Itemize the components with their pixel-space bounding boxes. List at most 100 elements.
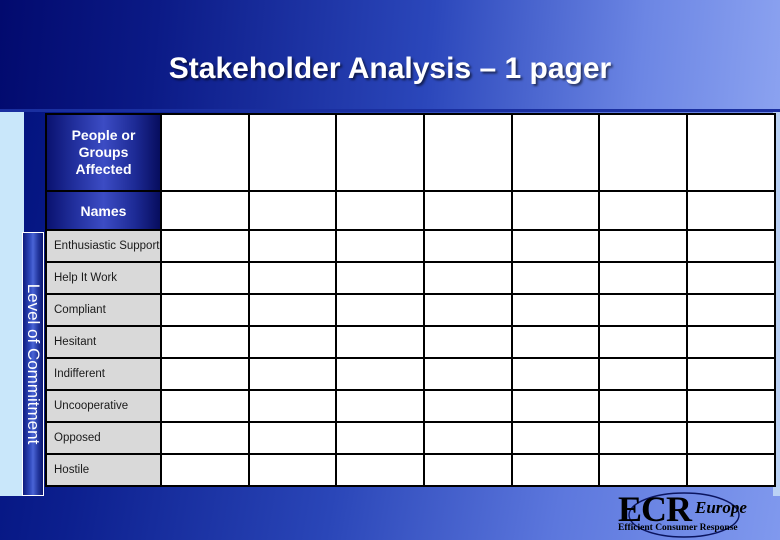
- data-cell[interactable]: [423, 293, 513, 327]
- data-cell[interactable]: [335, 229, 426, 263]
- header-cell[interactable]: [423, 113, 513, 192]
- title-underline: [0, 109, 780, 112]
- data-cell[interactable]: [335, 261, 426, 295]
- data-cell[interactable]: [423, 389, 513, 423]
- data-cell[interactable]: [335, 389, 426, 423]
- data-cell[interactable]: [335, 357, 426, 391]
- row-label: Indifferent: [45, 357, 162, 391]
- data-cell[interactable]: [247, 229, 338, 263]
- table-row: Enthusiastic Support: [45, 229, 776, 263]
- data-cell[interactable]: [335, 293, 426, 327]
- data-cell[interactable]: [598, 453, 689, 487]
- data-cell[interactable]: [423, 421, 513, 455]
- data-cell[interactable]: [686, 229, 776, 263]
- row-label: Help It Work: [45, 261, 162, 295]
- header-cell[interactable]: [598, 113, 689, 192]
- data-cell[interactable]: [510, 389, 601, 423]
- header-cell[interactable]: [686, 113, 776, 192]
- row-label: Enthusiastic Support: [45, 229, 162, 263]
- data-cell[interactable]: [686, 421, 776, 455]
- header-cell[interactable]: [160, 113, 250, 192]
- data-cell[interactable]: [160, 389, 250, 423]
- table-row: Hesitant: [45, 325, 776, 359]
- left-accent-strip: [0, 112, 24, 496]
- data-cell[interactable]: [598, 325, 689, 359]
- data-cell[interactable]: [686, 261, 776, 295]
- data-cell[interactable]: [160, 357, 250, 391]
- data-cell[interactable]: [247, 325, 338, 359]
- table-row: Hostile: [45, 453, 776, 487]
- data-cell[interactable]: [247, 421, 338, 455]
- ecr-wordmark: ECR: [618, 489, 692, 529]
- names-cell[interactable]: [510, 190, 601, 231]
- data-cell[interactable]: [686, 389, 776, 423]
- row-label: Uncooperative: [45, 389, 162, 423]
- data-cell[interactable]: [598, 261, 689, 295]
- corner-header-line-1: People or: [71, 127, 136, 143]
- data-cell[interactable]: [160, 261, 250, 295]
- data-cell[interactable]: [160, 421, 250, 455]
- data-cell[interactable]: [686, 453, 776, 487]
- names-cell[interactable]: [335, 190, 426, 231]
- data-cell[interactable]: [423, 357, 513, 391]
- row-label: Opposed: [45, 421, 162, 455]
- data-cell[interactable]: [335, 421, 426, 455]
- header-cell[interactable]: [247, 113, 338, 192]
- data-cell[interactable]: [686, 293, 776, 327]
- corner-header-line-2: Groups: [78, 144, 129, 160]
- names-cell[interactable]: [423, 190, 513, 231]
- data-cell[interactable]: [247, 357, 338, 391]
- header-cell[interactable]: [510, 113, 601, 192]
- data-cell[interactable]: [335, 325, 426, 359]
- names-cell[interactable]: [686, 190, 776, 231]
- table-row: Uncooperative: [45, 389, 776, 423]
- data-cell[interactable]: [510, 261, 601, 295]
- data-cell[interactable]: [423, 261, 513, 295]
- row-label: Hesitant: [45, 325, 162, 359]
- data-cell[interactable]: [160, 293, 250, 327]
- data-cell[interactable]: [160, 229, 250, 263]
- ecr-region-label: Europe: [695, 498, 747, 517]
- page-title: Stakeholder Analysis – 1 pager: [168, 52, 612, 85]
- table-row: Opposed: [45, 421, 776, 455]
- data-cell[interactable]: [598, 293, 689, 327]
- corner-header-cell: People or Groups Affected: [45, 113, 162, 192]
- data-cell[interactable]: [247, 389, 338, 423]
- data-cell[interactable]: [598, 357, 689, 391]
- names-row: Names: [45, 190, 776, 231]
- data-cell[interactable]: [247, 453, 338, 487]
- data-cell[interactable]: [423, 229, 513, 263]
- data-cell[interactable]: [510, 229, 601, 263]
- header-cell[interactable]: [335, 113, 426, 192]
- row-label: Hostile: [45, 453, 162, 487]
- data-cell[interactable]: [247, 293, 338, 327]
- data-cell[interactable]: [510, 325, 601, 359]
- table-row: Help It Work: [45, 261, 776, 295]
- stakeholder-table-wrapper: People or Groups Affected Names Enthusia…: [45, 113, 776, 487]
- names-cell[interactable]: [598, 190, 689, 231]
- table-row: Indifferent: [45, 357, 776, 391]
- data-cell[interactable]: [598, 229, 689, 263]
- data-cell[interactable]: [423, 453, 513, 487]
- data-cell[interactable]: [160, 453, 250, 487]
- data-cell[interactable]: [510, 421, 601, 455]
- data-cell[interactable]: [598, 421, 689, 455]
- data-cell[interactable]: [335, 453, 426, 487]
- data-cell[interactable]: [598, 389, 689, 423]
- data-cell[interactable]: [160, 325, 250, 359]
- data-cell[interactable]: [686, 325, 776, 359]
- names-header-cell: Names: [45, 190, 162, 231]
- data-cell[interactable]: [423, 325, 513, 359]
- names-cell[interactable]: [247, 190, 338, 231]
- data-cell[interactable]: [510, 293, 601, 327]
- data-cell[interactable]: [510, 357, 601, 391]
- table-row: Compliant: [45, 293, 776, 327]
- data-cell[interactable]: [247, 261, 338, 295]
- data-cell[interactable]: [510, 453, 601, 487]
- corner-header-line-3: Affected: [75, 161, 132, 177]
- row-label: Compliant: [45, 293, 162, 327]
- names-cell[interactable]: [160, 190, 250, 231]
- ecr-logo: ECR Europe Efficient Consumer Response: [612, 489, 762, 538]
- data-cell[interactable]: [686, 357, 776, 391]
- level-of-commitment-label: Level of Commitment: [24, 283, 43, 445]
